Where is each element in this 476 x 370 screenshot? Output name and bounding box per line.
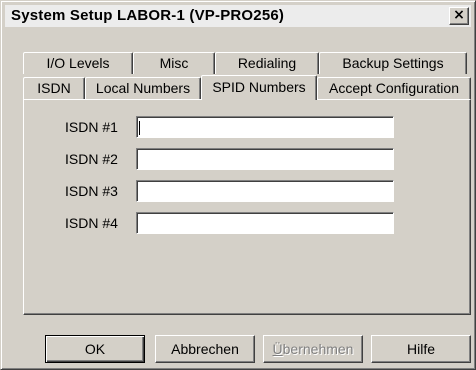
window-title: System Setup LABOR-1 (VP-PRO256) <box>11 7 285 24</box>
tab-isdn[interactable]: ISDN <box>23 77 85 99</box>
tab-accept-configuration[interactable]: Accept Configuration <box>317 77 471 99</box>
apply-label-rest: bernehmen <box>282 341 354 357</box>
tab-io-levels[interactable]: I/O Levels <box>23 52 133 74</box>
system-setup-dialog: System Setup LABOR-1 (VP-PRO256) × I/O L… <box>0 0 476 370</box>
isdn-2-label: ISDN #2 <box>65 151 118 167</box>
tab-local-numbers[interactable]: Local Numbers <box>85 77 201 99</box>
isdn-4-field[interactable] <box>136 212 394 234</box>
tab-backup-settings[interactable]: Backup Settings <box>319 52 467 74</box>
isdn-3-label: ISDN #3 <box>65 183 118 199</box>
apply-mnemonic: Ü <box>272 341 283 357</box>
cancel-button[interactable]: Abbrechen <box>155 335 255 363</box>
title-bar: System Setup LABOR-1 (VP-PRO256) × <box>5 5 471 27</box>
spid-numbers-panel: ISDN #1 ISDN #2 ISDN #3 ISDN #4 <box>23 99 471 315</box>
apply-button[interactable]: Übernehmen <box>263 335 363 363</box>
help-button[interactable]: Hilfe <box>371 335 471 363</box>
isdn-1-field[interactable] <box>136 116 394 138</box>
isdn-2-field[interactable] <box>136 148 394 170</box>
close-button[interactable]: × <box>449 7 469 25</box>
tab-redialing[interactable]: Redialing <box>215 52 319 74</box>
text-caret <box>139 121 140 135</box>
ok-button[interactable]: OK <box>45 335 145 363</box>
isdn-1-label: ISDN #1 <box>65 119 118 135</box>
tab-misc[interactable]: Misc <box>133 52 215 74</box>
isdn-3-field[interactable] <box>136 180 394 202</box>
tab-spid-numbers[interactable]: SPID Numbers <box>201 75 317 100</box>
isdn-4-label: ISDN #4 <box>65 215 118 231</box>
